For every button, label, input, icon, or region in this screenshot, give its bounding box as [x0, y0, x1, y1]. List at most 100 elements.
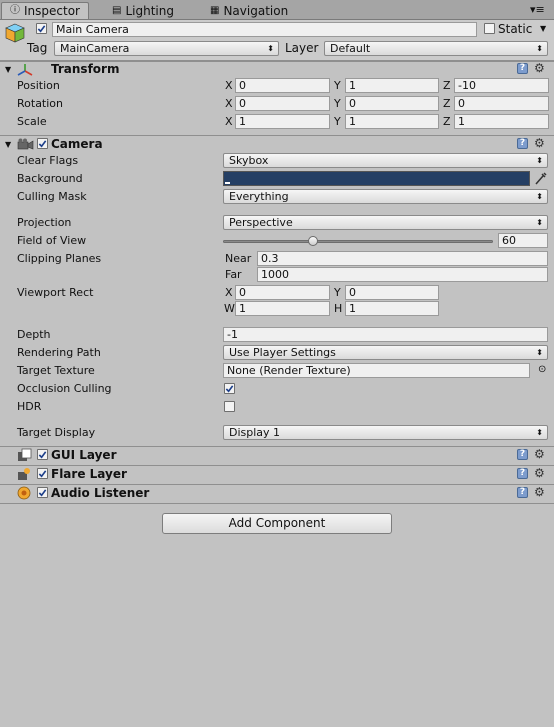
axis-z-label: Z: [443, 79, 451, 92]
updown-arrow-icon: ⬍: [536, 192, 543, 201]
viewport-x-field[interactable]: 0: [235, 285, 330, 300]
help-icon[interactable]: ?: [517, 487, 528, 498]
static-dropdown-arrow[interactable]: ▼: [540, 24, 546, 33]
gear-icon[interactable]: ⚙: [534, 467, 545, 479]
updown-arrow-icon: ⬍: [536, 218, 543, 227]
flare-layer-checkbox[interactable]: [37, 468, 48, 479]
hdr-label: HDR: [17, 400, 42, 413]
viewport-w-field[interactable]: 1: [235, 301, 330, 316]
clipping-planes-label: Clipping Planes: [17, 252, 102, 265]
viewport-x-label: X: [225, 286, 233, 299]
static-checkbox[interactable]: [484, 23, 495, 34]
help-icon[interactable]: ?: [517, 63, 528, 74]
background-label: Background: [17, 172, 83, 185]
viewport-h-field[interactable]: 1: [345, 301, 439, 316]
far-field[interactable]: 1000: [257, 267, 548, 282]
active-checkbox[interactable]: [36, 23, 47, 34]
navigation-icon: ▦: [210, 4, 220, 16]
gear-icon[interactable]: ⚙: [534, 448, 545, 460]
rotation-y-field[interactable]: 0: [345, 96, 439, 111]
culling-mask-label: Culling Mask: [17, 190, 87, 203]
fov-field[interactable]: 60: [498, 233, 548, 248]
camera-icon: [17, 138, 34, 150]
rendering-path-label: Rendering Path: [17, 346, 101, 359]
target-display-dropdown[interactable]: Display 1 ⬍: [223, 425, 548, 440]
alpha-bar: [225, 182, 230, 184]
gui-layer-checkbox[interactable]: [37, 449, 48, 460]
target-texture-field[interactable]: None (Render Texture): [223, 363, 530, 378]
tag-dropdown[interactable]: MainCamera ⬍: [54, 41, 279, 56]
near-field[interactable]: 0.3: [257, 251, 548, 266]
axis-y-label: Y: [334, 115, 341, 128]
lighting-icon: ▤: [112, 4, 122, 16]
tag-label: Tag: [27, 41, 48, 55]
tab-lighting[interactable]: ▤ Lighting: [106, 2, 186, 19]
position-y-field[interactable]: 1: [345, 78, 439, 93]
axis-x-label: X: [225, 97, 233, 110]
viewport-w-label: W: [224, 302, 235, 315]
gear-icon[interactable]: ⚙: [534, 486, 545, 498]
gameobject-name-field[interactable]: Main Camera: [52, 22, 477, 37]
axis-z-label: Z: [443, 115, 451, 128]
updown-arrow-icon: ⬍: [536, 348, 543, 357]
updown-arrow-icon: ⬍: [536, 44, 543, 53]
eyedropper-icon[interactable]: [534, 171, 548, 186]
foldout-arrow-icon[interactable]: ▼: [5, 140, 11, 149]
fov-slider-track[interactable]: [223, 240, 493, 243]
help-icon[interactable]: ?: [517, 138, 528, 149]
position-z-field[interactable]: -10: [454, 78, 549, 93]
background-color-swatch[interactable]: [223, 171, 530, 186]
panel-menu-icon[interactable]: ▾≡: [530, 3, 545, 16]
fov-slider-thumb[interactable]: [307, 236, 318, 246]
updown-arrow-icon: ⬍: [536, 428, 543, 437]
gear-icon[interactable]: ⚙: [534, 137, 545, 149]
add-component-button[interactable]: Add Component: [162, 513, 392, 534]
scale-x-field[interactable]: 1: [235, 114, 330, 129]
scale-y-field[interactable]: 1: [345, 114, 439, 129]
occlusion-culling-checkbox[interactable]: [224, 383, 235, 394]
viewport-h-label: H: [334, 302, 343, 315]
scale-label: Scale: [17, 115, 47, 128]
audio-listener-icon: [17, 486, 31, 500]
camera-enabled-checkbox[interactable]: [37, 138, 48, 149]
clear-flags-dropdown[interactable]: Skybox ⬍: [223, 153, 548, 168]
axis-z-label: Z: [443, 97, 451, 110]
rotation-z-field[interactable]: 0: [454, 96, 549, 111]
axis-x-label: X: [225, 115, 233, 128]
projection-dropdown[interactable]: Perspective ⬍: [223, 215, 548, 230]
tab-inspector[interactable]: ⓘ Inspector: [1, 2, 89, 19]
gui-layer-icon: [18, 448, 32, 461]
flare-layer-icon: [18, 468, 30, 480]
far-label: Far: [225, 268, 242, 281]
help-icon[interactable]: ?: [517, 468, 528, 479]
position-x-field[interactable]: 0: [235, 78, 330, 93]
position-label: Position: [17, 79, 60, 92]
viewport-rect-label: Viewport Rect: [17, 286, 94, 299]
scale-z-field[interactable]: 1: [454, 114, 549, 129]
static-label: Static: [498, 22, 533, 36]
info-icon: ⓘ: [10, 5, 20, 16]
tab-navigation[interactable]: ▦ Navigation: [204, 2, 304, 19]
axis-y-label: Y: [334, 97, 341, 110]
object-picker-icon[interactable]: ⊙: [538, 364, 546, 375]
hdr-checkbox[interactable]: [224, 401, 235, 412]
flare-layer-title: Flare Layer: [51, 467, 127, 481]
divider: [0, 503, 554, 504]
target-display-label: Target Display: [17, 426, 96, 439]
rendering-path-dropdown[interactable]: Use Player Settings ⬍: [223, 345, 548, 360]
help-icon[interactable]: ?: [517, 449, 528, 460]
viewport-y-field[interactable]: 0: [345, 285, 439, 300]
audio-listener-checkbox[interactable]: [37, 487, 48, 498]
gear-icon[interactable]: ⚙: [534, 62, 545, 74]
viewport-y-label: Y: [334, 286, 341, 299]
gameobject-cube-icon: [5, 23, 25, 43]
layer-dropdown[interactable]: Default ⬍: [324, 41, 548, 56]
culling-mask-dropdown[interactable]: Everything ⬍: [223, 189, 548, 204]
layer-label: Layer: [285, 41, 319, 55]
camera-title: Camera: [51, 137, 103, 151]
projection-label: Projection: [17, 216, 72, 229]
foldout-arrow-icon[interactable]: ▼: [5, 65, 11, 74]
rotation-x-field[interactable]: 0: [235, 96, 330, 111]
depth-field[interactable]: -1: [223, 327, 548, 342]
transform-axes-icon: [17, 64, 33, 76]
